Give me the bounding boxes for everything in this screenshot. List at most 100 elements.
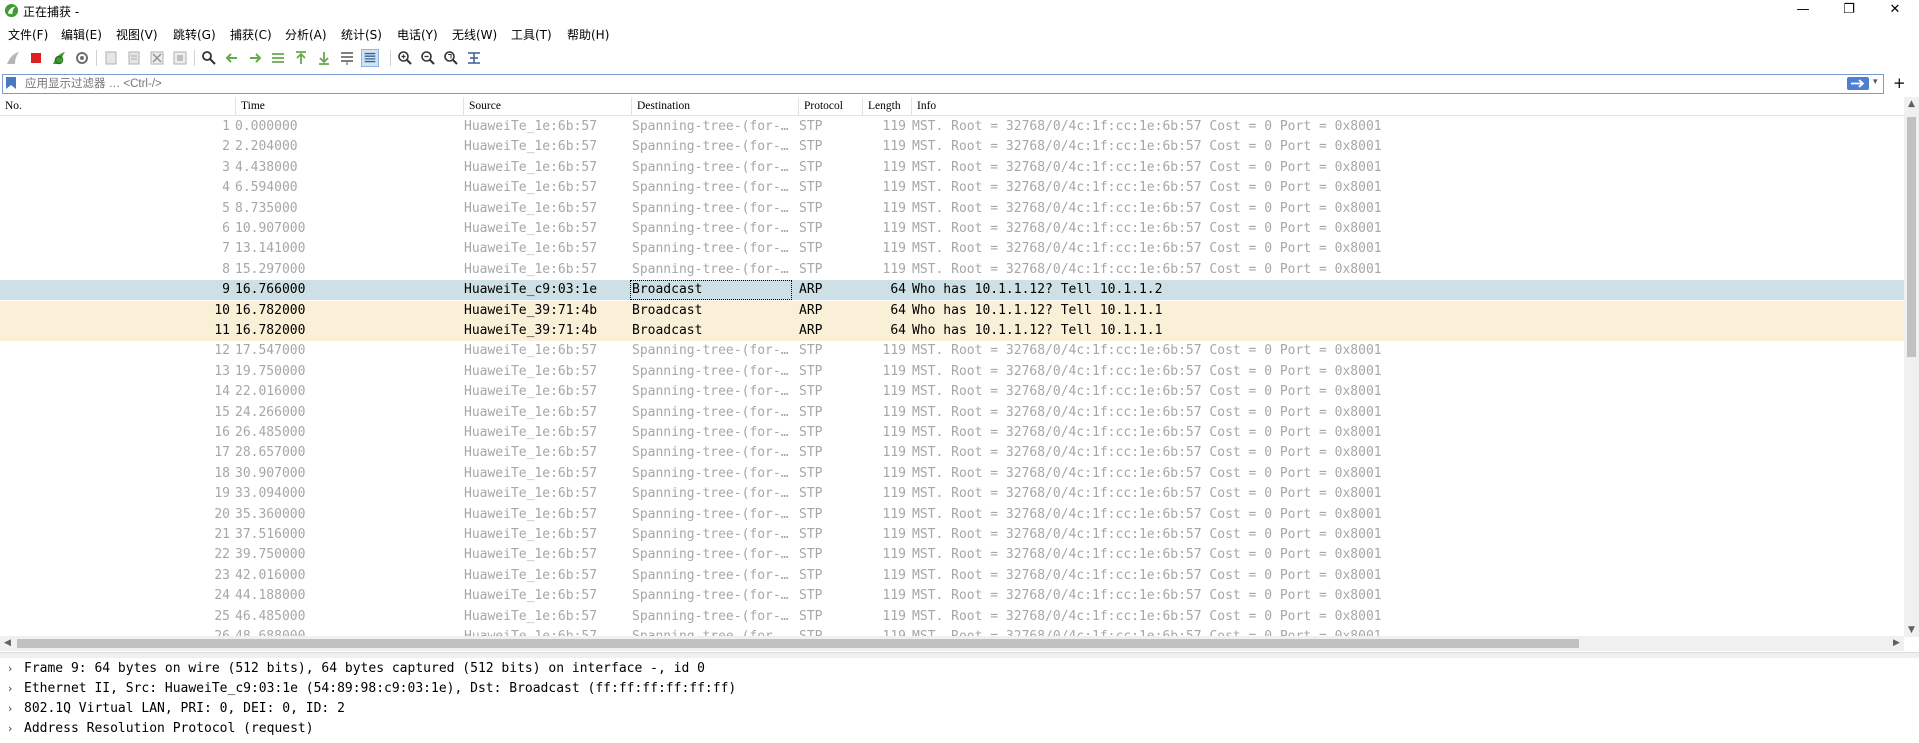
reload-file-icon[interactable] xyxy=(171,49,189,67)
menu-tools[interactable]: 工具(T) xyxy=(511,26,552,43)
packet-list-vertical-scrollbar[interactable]: ▲ ▼ xyxy=(1904,97,1919,637)
packet-row[interactable]: 24 44.188000 HuaweiTe_1e:6b:57 Spanning-tre… xyxy=(0,586,1904,606)
column-header-no[interactable]: No. xyxy=(0,97,235,115)
packet-row[interactable]: 13 19.750000 HuaweiTe_1e:6b:57 Spanning-tre… xyxy=(0,362,1904,382)
resize-columns-icon[interactable] xyxy=(465,49,483,67)
packet-row[interactable]: 1 0.000000 HuaweiTe_1e:6b:57 Spanning-tree-… xyxy=(0,117,1904,137)
close-file-icon[interactable] xyxy=(148,49,166,67)
detail-row-frame[interactable]: › Frame 9: 64 bytes on wire (512 bits), … xyxy=(0,659,1919,679)
stop-capture-icon[interactable] xyxy=(27,49,45,67)
packet-row[interactable]: 6 10.907000 HuaweiTe_1e:6b:57 Spanning-tree… xyxy=(0,219,1904,239)
packet-row[interactable]: 17 28.657000 HuaweiTe_1e:6b:57 Spanning-tre… xyxy=(0,443,1904,463)
zoom-normal-icon[interactable] xyxy=(442,49,460,67)
cell-time: 4.438000 xyxy=(235,159,298,175)
title-bar: 正在捕获 - — ❐ ✕ xyxy=(0,0,1919,22)
menu-help[interactable]: 帮助(H) xyxy=(567,26,609,43)
menu-view[interactable]: 视图(V) xyxy=(116,26,158,43)
cell-no: 7 xyxy=(222,241,230,257)
add-filter-button[interactable]: + xyxy=(1893,74,1907,92)
cell-length: 119 xyxy=(882,608,906,624)
save-file-icon[interactable] xyxy=(125,49,143,67)
expand-arrow-icon[interactable]: › xyxy=(8,719,12,739)
column-header-source[interactable]: Source xyxy=(463,97,631,115)
capture-options-icon[interactable] xyxy=(73,49,91,67)
packet-row[interactable]: 5 8.735000 HuaweiTe_1e:6b:57 Spanning-tree-… xyxy=(0,199,1904,219)
restart-capture-icon[interactable] xyxy=(50,49,68,67)
cell-source: HuaweiTe_1e:6b:57 xyxy=(464,425,598,440)
open-file-icon[interactable] xyxy=(102,49,120,67)
menu-capture[interactable]: 捕获(C) xyxy=(230,26,272,43)
column-header-length[interactable]: Length xyxy=(862,97,911,115)
detail-row-arp[interactable]: › Address Resolution Protocol (request) xyxy=(0,719,1919,739)
packet-row[interactable]: 16 26.485000 HuaweiTe_1e:6b:57 Spanning-tre… xyxy=(0,423,1904,443)
packet-row[interactable]: 9 16.766000 HuaweiTe_c9:03:1e Broadcast ARP 6… xyxy=(0,280,1904,301)
cell-destination: Broadcast xyxy=(632,302,703,318)
find-packet-icon[interactable] xyxy=(200,49,218,67)
packet-row[interactable]: 25 46.485000 HuaweiTe_1e:6b:57 Spanning-tre… xyxy=(0,607,1904,627)
column-header-info[interactable]: Info xyxy=(911,97,1904,115)
packet-row[interactable]: 18 30.907000 HuaweiTe_1e:6b:57 Spanning-tre… xyxy=(0,464,1904,484)
cell-source: HuaweiTe_1e:6b:57 xyxy=(464,506,598,522)
display-filter-input[interactable] xyxy=(25,75,1835,93)
go-back-icon[interactable] xyxy=(223,49,241,67)
filter-history-chevron-down-icon[interactable]: ▾ xyxy=(1873,77,1883,91)
detail-row-ethernet[interactable]: › Ethernet II, Src: HuaweiTe_c9:03:1e (5… xyxy=(0,679,1919,699)
detail-row-vlan[interactable]: › 802.1Q Virtual LAN, PRI: 0, DEI: 0, ID… xyxy=(0,699,1919,719)
scroll-up-icon[interactable]: ▲ xyxy=(1904,97,1919,111)
menu-go[interactable]: 跳转(G) xyxy=(173,26,216,43)
packet-row[interactable]: 2 2.204000 HuaweiTe_1e:6b:57 Spanning-tree-… xyxy=(0,137,1904,157)
cell-protocol: STP xyxy=(799,119,823,134)
packet-row[interactable]: 20 35.360000 HuaweiTe_1e:6b:57 Spanning-tre… xyxy=(0,505,1904,525)
bookmark-icon[interactable] xyxy=(5,76,17,90)
expand-arrow-icon[interactable]: › xyxy=(8,659,12,679)
packet-row[interactable]: 10 16.782000 HuaweiTe_39:71:4b Broadcast ARP… xyxy=(0,300,1904,321)
packet-list-horizontal-scrollbar[interactable]: ◀ ▶ xyxy=(0,636,1904,651)
packet-row[interactable]: 8 15.297000 HuaweiTe_1e:6b:57 Spanning-tree… xyxy=(0,260,1904,280)
column-header-protocol[interactable]: Protocol xyxy=(798,97,862,115)
go-to-packet-icon[interactable] xyxy=(269,49,287,67)
packet-row[interactable]: 21 37.516000 HuaweiTe_1e:6b:57 Spanning-tre… xyxy=(0,525,1904,545)
packet-row[interactable]: 14 22.016000 HuaweiTe_1e:6b:57 Spanning-tre… xyxy=(0,382,1904,402)
go-forward-icon[interactable] xyxy=(246,49,264,67)
menu-file[interactable]: 文件(F) xyxy=(8,26,48,43)
shark-fin-start-icon[interactable] xyxy=(4,49,22,67)
auto-scroll-icon[interactable] xyxy=(338,49,356,67)
column-header-destination[interactable]: Destination xyxy=(631,97,798,115)
packet-row[interactable]: 3 4.438000 HuaweiTe_1e:6b:57 Spanning-tree-… xyxy=(0,158,1904,178)
column-header-time[interactable]: Time xyxy=(235,97,463,115)
menu-edit[interactable]: 编辑(E) xyxy=(61,26,102,43)
menu-wireless[interactable]: 无线(W) xyxy=(452,26,497,43)
packet-row[interactable]: 22 39.750000 HuaweiTe_1e:6b:57 Spanning-tre… xyxy=(0,545,1904,565)
menu-telephony[interactable]: 电话(Y) xyxy=(397,26,438,43)
packet-row[interactable]: 19 33.094000 HuaweiTe_1e:6b:57 Spanning-tre… xyxy=(0,484,1904,504)
go-first-icon[interactable] xyxy=(292,49,310,67)
cell-no: 20 xyxy=(214,506,230,522)
packet-row[interactable]: 4 6.594000 HuaweiTe_1e:6b:57 Spanning-tree-… xyxy=(0,178,1904,198)
maximize-button[interactable]: ❐ xyxy=(1826,0,1872,22)
packet-row[interactable]: 23 42.016000 HuaweiTe_1e:6b:57 Spanning-tre… xyxy=(0,566,1904,586)
cell-protocol: STP xyxy=(799,445,823,461)
scroll-down-icon[interactable]: ▼ xyxy=(1904,623,1919,637)
menu-analyze[interactable]: 分析(A) xyxy=(285,26,327,43)
packet-row[interactable]: 7 13.141000 HuaweiTe_1e:6b:57 Spanning-tree… xyxy=(0,239,1904,259)
minimize-button[interactable]: — xyxy=(1780,0,1826,22)
go-last-icon[interactable] xyxy=(315,49,333,67)
close-window-button[interactable]: ✕ xyxy=(1872,0,1918,22)
apply-filter-arrow-icon[interactable] xyxy=(1847,77,1869,90)
expand-arrow-icon[interactable]: › xyxy=(8,699,12,719)
expand-arrow-icon[interactable]: › xyxy=(8,679,12,699)
horizontal-scroll-thumb[interactable] xyxy=(17,639,1579,648)
scroll-left-icon[interactable]: ◀ xyxy=(0,636,15,651)
zoom-out-icon[interactable] xyxy=(419,49,437,67)
cell-info: MST. Root = 32768/0/4c:1f:cc:1e:6b:57 Co… xyxy=(912,261,1382,277)
packet-row[interactable]: 11 16.782000 HuaweiTe_39:71:4b Broadcast ARP… xyxy=(0,321,1904,341)
colorize-icon[interactable] xyxy=(361,49,379,67)
menu-statistics[interactable]: 统计(S) xyxy=(341,26,382,43)
packet-row[interactable]: 12 17.547000 HuaweiTe_1e:6b:57 Spanning-tre… xyxy=(0,341,1904,361)
cell-no: 25 xyxy=(214,608,230,624)
packet-row[interactable]: 15 24.266000 HuaweiTe_1e:6b:57 Spanning-tre… xyxy=(0,403,1904,423)
scroll-right-icon[interactable]: ▶ xyxy=(1889,636,1904,651)
cell-no: 12 xyxy=(214,343,230,359)
vertical-scroll-thumb[interactable] xyxy=(1907,117,1916,357)
zoom-in-icon[interactable] xyxy=(396,49,414,67)
